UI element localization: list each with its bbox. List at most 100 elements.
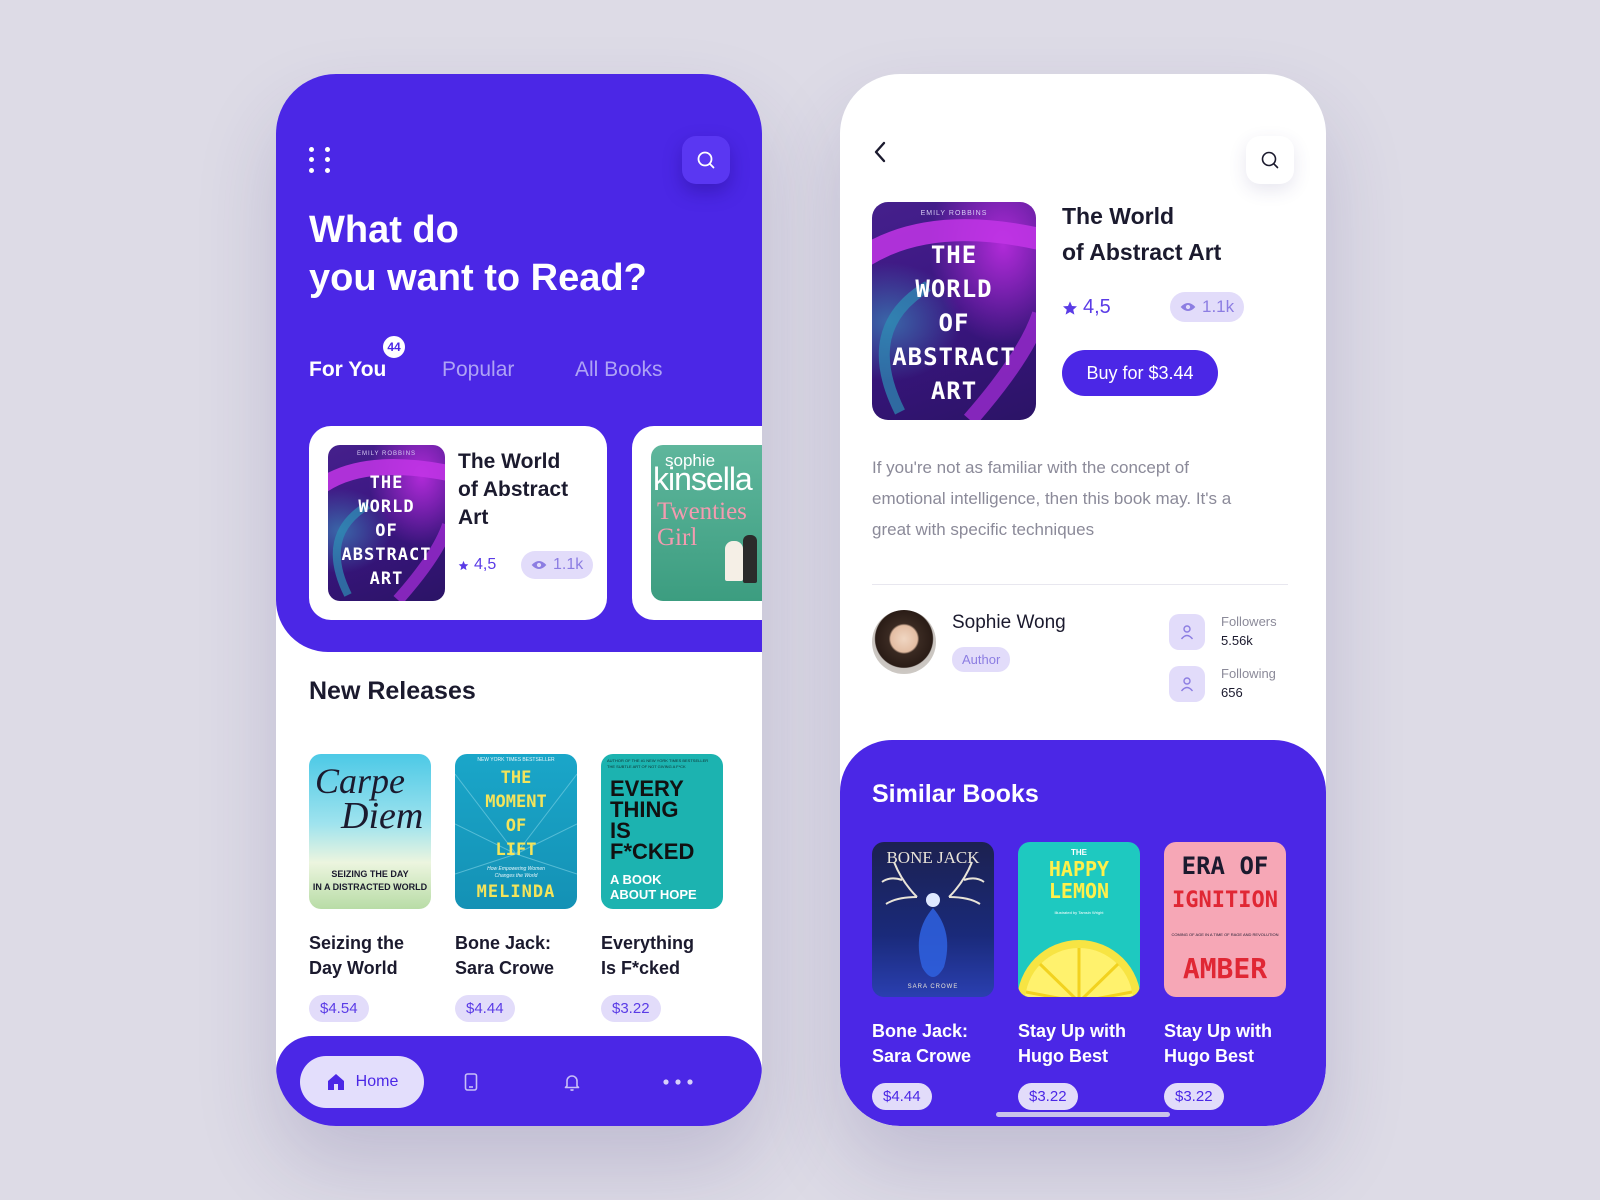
cover-author: SARA CROWE [907,984,959,990]
similar-book-item[interactable]: THE HAPPY LEMON Illustrated by Tamsin Wr… [1018,842,1140,1110]
book-cover: BONE JACK SARA CROWE [872,842,994,997]
cover-title: THE WORLD OF ABSTRACT ART [341,473,432,589]
price-badge: $3.22 [601,995,661,1022]
hero-panel: What do you want to Read? For You 44 Pop… [276,74,762,652]
search-icon [1261,151,1279,169]
dots-grid-icon[interactable] [309,147,333,173]
search-icon [697,151,715,169]
release-item[interactable]: AUTHOR OF THE #1 NEW YORK TIMES BESTSELL… [601,754,723,1022]
book-detail-screen: EMILY ROBBINS THE WORLD OF ABSTRACT ART … [840,74,1326,1126]
eye-icon [531,561,547,569]
phone-book-icon [464,1073,478,1091]
price-badge: $3.22 [1164,1083,1224,1110]
cover-title: Diem [341,795,424,837]
nav-more-button[interactable] [662,1066,694,1098]
cover-subtitle: A BOOK ABOUT HOPE [610,872,697,902]
release-item[interactable]: Carpe Diem SEIZING THE DAY IN A DISTRACT… [309,754,431,1022]
cover-subtitle: How Empowering Women Changes the World [487,866,545,879]
followers-icon-box [1169,614,1205,650]
cover-author: Illustrated by Tamsin Wright [1054,910,1104,915]
avatar[interactable] [872,610,936,674]
rating-value: 4,5 [474,556,497,573]
home-screen: What do you want to Read? For You 44 Pop… [276,74,762,1126]
user-icon [1180,625,1194,640]
following-icon-box [1169,666,1205,702]
cover-title: ERA OF [1181,852,1269,880]
book-title: Everything Is F*cked [601,933,695,978]
featured-book-card[interactable]: EMILY ROBBINS THE WORLD OF ABSTRACT ART … [309,426,607,620]
divider [872,584,1288,585]
cover-author: EMILY ROBBINS [356,451,417,457]
star-icon [1063,300,1077,315]
price-badge: $3.22 [1018,1083,1078,1110]
book-title: Seizing the Day World [309,933,405,978]
following-label: Following [1221,666,1276,681]
category-tabs: For You 44 Popular All Books [309,334,729,388]
cover-author: AMBER [1182,952,1268,985]
followers-label: Followers [1221,614,1277,629]
price-badge: $4.54 [309,995,369,1022]
section-title: New Releases [309,677,476,705]
book-cover: AUTHOR OF THE #1 NEW YORK TIMES BESTSELL… [601,754,723,909]
tab-popular[interactable]: Popular [442,358,514,382]
views-value: 1.1k [553,556,584,573]
book-cover: EMILY ROBBINS THE WORLD OF ABSTRACT ART [872,202,1036,420]
cover-author: MELINDA [476,882,556,902]
book-cover: Carpe Diem SEIZING THE DAY IN A DISTRACT… [309,754,431,909]
book-cover: ERA OF IGNITION COMING OF AGE IN A TIME … [1164,842,1286,997]
book-title: Stay Up with Hugo Best [1018,1021,1127,1066]
cover-title: EVERY THING IS F*CKED [610,776,695,864]
more-dots-icon [663,1079,693,1085]
search-button[interactable] [1246,136,1294,184]
similar-books-panel: Similar Books BONE JACK SARA CROWE Bone … [840,740,1326,1126]
author-role-badge: Author [952,647,1011,672]
cover-subtitle: COMING OF AGE IN A TIME OF RAGE AND REVO… [1171,932,1279,937]
cover-brand: kinsella [653,461,753,497]
cover-tagline: AUTHOR OF THE #1 NEW YORK TIMES BESTSELL… [607,758,709,769]
bottom-navigation: Home [276,1036,762,1126]
nav-home-label: Home [355,1073,399,1090]
book-title: Stay Up with Hugo Best [1164,1021,1273,1066]
book-title: Bone Jack: Sara Crowe [872,1021,972,1066]
nav-notifications-button[interactable] [556,1066,588,1098]
cover-title: BONE JACK [886,848,980,867]
book-cover: THE HAPPY LEMON Illustrated by Tamsin Wr… [1018,842,1140,997]
eye-icon [1180,303,1196,311]
tab-for-you[interactable]: For You 44 [309,334,407,382]
buy-button[interactable]: Buy for $3.44 [1062,350,1218,396]
featured-title: The World of Abstract Art [458,450,569,529]
tab-all-books[interactable]: All Books [575,358,663,382]
user-icon [1180,677,1194,692]
nav-home-button[interactable]: Home [300,1056,424,1108]
section-title: Similar Books [872,780,1039,808]
tab-label: For You [309,358,387,381]
book-cover: NEW YORK TIMES BESTSELLER THE MOMENT OF … [455,754,577,909]
star-icon [458,560,469,570]
following-count: 656 [1221,685,1243,700]
bell-icon [564,1075,580,1091]
tab-badge: 44 [381,334,407,360]
nav-library-button[interactable] [455,1066,487,1098]
rating: 4,5 [458,556,496,574]
book-title: Bone Jack: Sara Crowe [455,933,555,978]
similar-book-item[interactable]: BONE JACK SARA CROWE Bone Jack: Sara Cro… [872,842,994,1110]
author-name[interactable]: Sophie Wong [952,612,1066,634]
book-cover: sophie kinsella Twenties Girl [651,445,762,601]
similar-book-item[interactable]: ERA OF IGNITION COMING OF AGE IN A TIME … [1164,842,1286,1110]
cover-subtitle: SEIZING THE DAY IN A DISTRACTED WORLD [312,869,428,892]
price-badge: $4.44 [455,995,515,1022]
back-button[interactable] [866,136,894,168]
followers-count: 5.56k [1221,633,1253,648]
book-description: If you're not as familiar with the conce… [872,458,1232,539]
views-badge: 1.1k [521,551,594,579]
cover-small-title: THE [1071,848,1087,857]
cover-title: THE MOMENT OF LIFT [485,768,547,860]
rating-value: 4,5 [1083,296,1111,318]
cover-title: IGNITION [1172,888,1278,913]
page-title: What do you want to Read? [309,209,647,299]
search-button[interactable] [682,136,730,184]
home-indicator[interactable] [996,1112,1170,1117]
featured-book-card[interactable]: sophie kinsella Twenties Girl [632,426,762,620]
release-item[interactable]: NEW YORK TIMES BESTSELLER THE MOMENT OF … [455,754,577,1022]
cover-title: THE WORLD OF ABSTRACT ART [892,241,1016,405]
